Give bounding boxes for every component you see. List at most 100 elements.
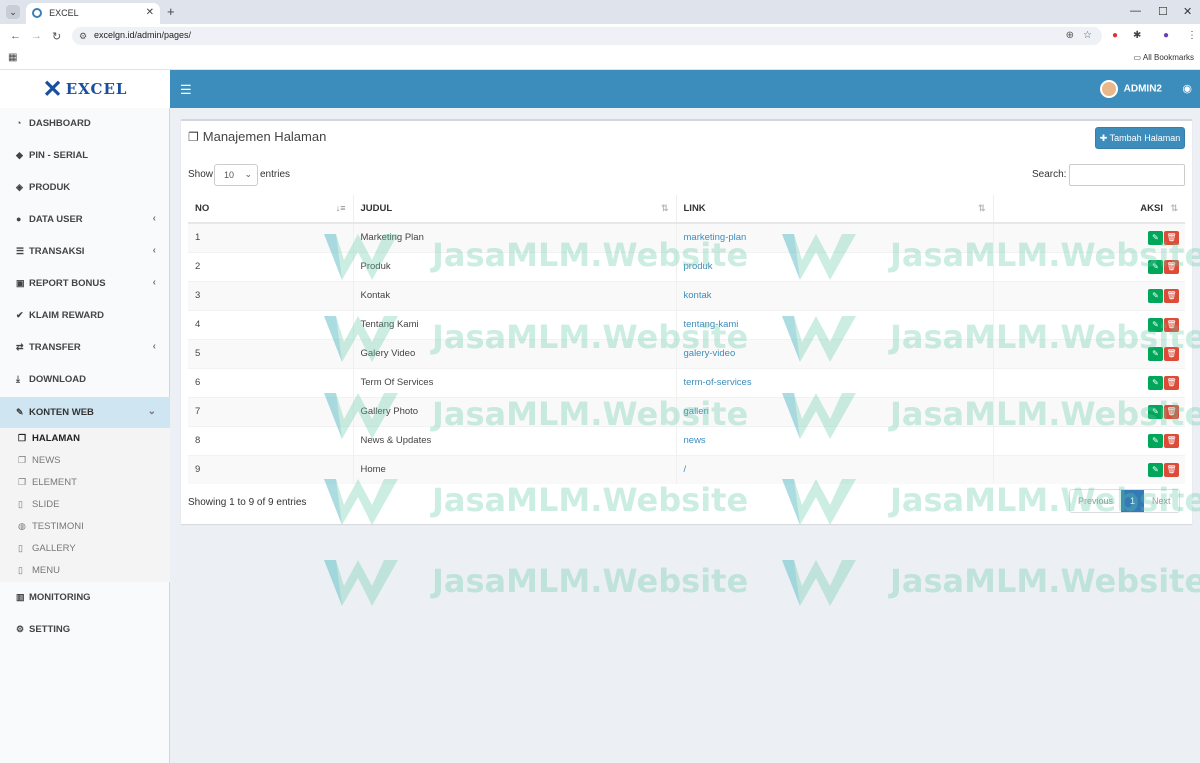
submenu-news[interactable]: ❐ NEWS [0,450,170,472]
url-text: excelgn.id/admin/pages/ [94,30,192,40]
back-icon[interactable]: ← [10,30,21,42]
cell-no: 5 [188,338,354,368]
new-tab-icon[interactable]: + [167,4,175,19]
edit-button[interactable]: ✎ [1148,375,1163,390]
submenu-testimoni[interactable]: ◍ TESTIMONI [0,516,170,538]
cell-actions: ✎ 🗑 [993,367,1185,397]
watermark-logo-icon [780,556,860,613]
submenu-halaman[interactable]: ❐ HALAMAN [0,428,170,450]
reload-icon[interactable]: ↻ [52,30,61,43]
column-header-no[interactable]: NO ↓≡ [188,195,354,224]
edit-button[interactable]: ✎ [1148,230,1163,245]
tab-close-icon[interactable]: ✕ [146,7,154,18]
add-page-button[interactable]: ✚ Tambah Halaman [1095,127,1185,149]
edit-button[interactable]: ✎ [1148,317,1163,332]
sidebar-item-klaim-reward[interactable]: ✔ KLAIM REWARD [0,300,170,331]
submenu-slide[interactable]: ▯ SLIDE [0,494,170,516]
edit-button[interactable]: ✎ [1148,259,1163,274]
sidebar-item-download[interactable]: ⤓ DOWNLOAD [0,364,170,395]
logo-mark-icon: ✕ [42,74,63,103]
edit-button[interactable]: ✎ [1148,462,1163,477]
sidebar-item-transaksi[interactable]: ☰ TRANSAKSI ‹ [0,236,170,267]
table-info: Showing 1 to 9 of 9 entries [188,497,307,508]
browser-tab[interactable]: EXCEL ✕ [26,3,160,24]
sidebar-item-produk[interactable]: ◈ PRODUK [0,172,170,203]
cell-link[interactable]: marketing-plan [676,222,994,252]
tab-search-icon[interactable]: ⌄ [6,5,20,19]
delete-button[interactable]: 🗑 [1164,404,1179,419]
sidebar-item-data-user[interactable]: ● DATA USER ‹ [0,204,170,235]
edit-button[interactable]: ✎ [1148,288,1163,303]
cell-link[interactable]: galery-video [676,338,994,368]
submenu-menu[interactable]: ▯ MENU [0,560,170,582]
cell-link[interactable]: tentang-kami [676,309,994,339]
close-window-icon[interactable]: ✕ [1183,5,1192,18]
column-header-link[interactable]: LINK ⇅ [676,195,994,224]
table-row: 7 Gallery Photo galleri ✎ 🗑 [188,396,1185,426]
delete-button[interactable]: 🗑 [1164,288,1179,303]
submenu-element[interactable]: ❐ ELEMENT [0,472,170,494]
minimize-icon[interactable]: — [1130,5,1141,17]
list-icon: ☰ [16,246,25,256]
adblock-icon[interactable]: ● [1112,30,1118,41]
profile-icon[interactable]: ● [1163,30,1169,41]
sidebar-item-setting[interactable]: ⚙ SETTING [0,614,170,645]
apps-icon[interactable]: ▦ [8,52,17,63]
cell-actions: ✎ 🗑 [993,454,1185,484]
money-icon: ▣ [16,278,25,288]
cell-judul: Kontak [353,280,677,310]
extensions-icon[interactable]: ✱ [1133,30,1141,41]
cell-no: 3 [188,280,354,310]
sidebar-item-report-bonus[interactable]: ▣ REPORT BONUS ‹ [0,268,170,299]
cell-link[interactable]: / [676,454,994,484]
bookmarks-bar: ▦ ▭ All Bookmarks [0,48,1200,70]
edit-button[interactable]: ✎ [1148,346,1163,361]
delete-button[interactable]: 🗑 [1164,375,1179,390]
site-info-icon[interactable]: ⚙ [79,31,87,42]
submenu-gallery[interactable]: ▯ GALLERY [0,538,170,560]
edit-button[interactable]: ✎ [1148,404,1163,419]
delete-button[interactable]: 🗑 [1164,230,1179,245]
sidebar-item-pin-serial[interactable]: ◆ PIN - SERIAL [0,140,170,171]
delete-button[interactable]: 🗑 [1164,433,1179,448]
maximize-icon[interactable]: ☐ [1158,5,1168,18]
edit-button[interactable]: ✎ [1148,433,1163,448]
previous-page-button[interactable]: Previous [1070,490,1121,512]
chevron-left-icon: ‹ [152,341,156,352]
cell-link[interactable]: galleri [676,396,994,426]
browser-menu-icon[interactable]: ⋮ [1187,30,1197,41]
column-header-aksi[interactable]: AKSI ⇅ [993,195,1185,224]
user-menu[interactable]: ADMIN2 [1099,80,1162,98]
column-header-judul[interactable]: JUDUL ⇅ [353,195,677,224]
cell-no: 6 [188,367,354,397]
url-field[interactable]: ⚙ excelgn.id/admin/pages/ ⊕ ☆ [72,27,1102,45]
zoom-icon[interactable]: ⊕ [1066,30,1074,41]
bookmark-star-icon[interactable]: ☆ [1083,30,1092,41]
page-1-button[interactable]: 1 [1121,490,1145,512]
cell-link[interactable]: kontak [676,280,994,310]
cell-link[interactable]: term-of-services [676,367,994,397]
cell-actions: ✎ 🗑 [993,309,1185,339]
delete-button[interactable]: 🗑 [1164,317,1179,332]
sidebar-item-transfer[interactable]: ⇄ TRANSFER ‹ [0,332,170,363]
sidebar-toggle-icon[interactable]: ☰ [180,82,192,98]
cube-icon: ◈ [16,182,23,192]
delete-button[interactable]: 🗑 [1164,259,1179,274]
next-page-button[interactable]: Next [1144,490,1179,512]
globe-icon[interactable]: ◉ [1182,82,1192,95]
cell-link[interactable]: news [676,425,994,455]
delete-button[interactable]: 🗑 [1164,346,1179,361]
sidebar: ◔ DASHBOARD ◆ PIN - SERIAL ◈ PRODUK ● DATA U… [0,108,170,763]
sidebar-item-monitoring[interactable]: ▥ MONITORING [0,582,170,613]
all-bookmarks[interactable]: ▭ All Bookmarks [1134,53,1194,62]
pagination: Previous 1 Next [1069,489,1180,513]
brand-logo[interactable]: ✕ EXCEL [0,70,170,108]
sidebar-item-dashboard[interactable]: ◔ DASHBOARD [0,108,170,139]
entries-length-select[interactable]: 10 ⌄ [214,164,258,186]
search-input[interactable] [1069,164,1185,186]
cell-link[interactable]: produk [676,251,994,281]
sidebar-item-konten-web[interactable]: ✎ KONTEN WEB ⌄ [0,397,170,428]
address-bar-row: ← → ↻ ⚙ excelgn.id/admin/pages/ ⊕ ☆ ● ✱ … [0,24,1200,48]
forward-icon[interactable]: → [31,30,42,42]
delete-button[interactable]: 🗑 [1164,462,1179,477]
